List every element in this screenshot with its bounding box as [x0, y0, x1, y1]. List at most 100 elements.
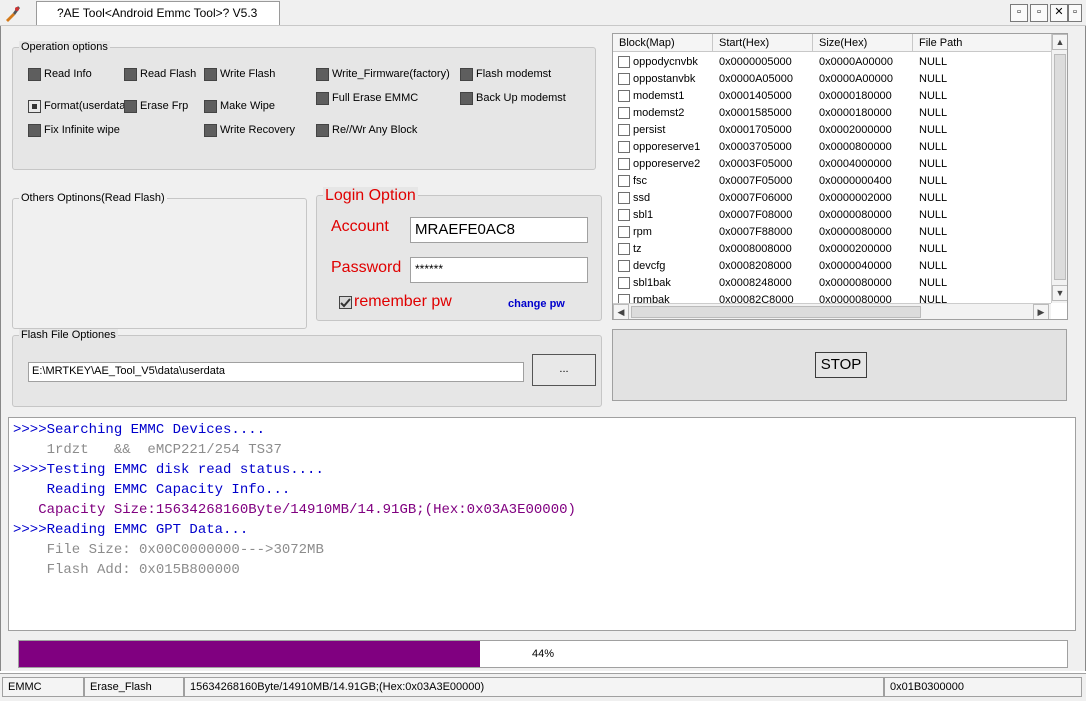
flash-file-path-input[interactable]: E:\MRTKEY\AE_Tool_V5\data\userdata — [28, 362, 524, 382]
row-checkbox[interactable] — [618, 56, 630, 68]
table-row[interactable]: sbl1bak 0x0008248000 0x0000080000 NULL — [613, 275, 1051, 292]
row-checkbox[interactable] — [618, 158, 630, 170]
log-line: Reading EMMC Capacity Info... — [13, 482, 291, 498]
format-userdata-checkbox[interactable]: Format(userdata) — [28, 98, 129, 114]
table-cell: 0x0000000400 — [819, 175, 892, 187]
row-checkbox[interactable] — [618, 226, 630, 238]
scroll-left-icon[interactable]: ◀ — [613, 304, 629, 319]
table-row[interactable]: oppostanvbk 0x0000A05000 0x0000A00000 NULL — [613, 71, 1051, 88]
read-info-checkbox[interactable]: Read Info — [28, 66, 92, 82]
browse-button[interactable]: ... — [532, 354, 596, 386]
log-line: >>>>Reading EMMC GPT Data... — [13, 522, 249, 538]
title-bar: ?AE Tool<Android Emmc Tool>? V5.3 ▫ ▫ ✕ … — [0, 0, 1086, 26]
row-checkbox[interactable] — [618, 175, 630, 187]
table-cell: 0x0001705000 — [719, 124, 792, 136]
horizontal-scrollbar[interactable]: ◀ ▶ — [613, 303, 1051, 319]
scroll-up-icon[interactable]: ▲ — [1052, 34, 1067, 50]
table-cell: 0x0000080000 — [819, 209, 892, 221]
column-header-file-path[interactable]: File Path — [913, 34, 1053, 52]
column-header-block[interactable]: Block(Map) — [613, 34, 713, 52]
password-input[interactable]: ****** — [410, 257, 588, 283]
table-cell: 0x0007F08000 — [719, 209, 793, 221]
checkbox-checked-icon — [28, 99, 41, 113]
remember-pw-checkbox[interactable]: remember pw — [339, 293, 452, 311]
scroll-right-icon[interactable]: ▶ — [1033, 304, 1049, 319]
table-row[interactable]: rpm 0x0007F88000 0x0000080000 NULL — [613, 224, 1051, 241]
table-row[interactable]: modemst1 0x0001405000 0x0000180000 NULL — [613, 88, 1051, 105]
login-options-legend: Login Option — [323, 187, 418, 205]
horizontal-scroll-thumb[interactable] — [631, 306, 921, 318]
table-cell: 0x0003705000 — [719, 141, 792, 153]
read-flash-checkbox[interactable]: Read Flash — [124, 66, 196, 82]
log-line: Capacity Size:15634268160Byte/14910MB/14… — [13, 502, 576, 518]
status-bar: EMMC Erase_Flash 15634268160Byte/14910MB… — [0, 673, 1086, 701]
vertical-scrollbar[interactable]: ▲ ▼ — [1051, 34, 1067, 303]
maximize-icon[interactable]: ▫ — [1068, 4, 1082, 22]
table-cell: 0x0000002000 — [819, 192, 892, 204]
table-cell: 0x0007F05000 — [719, 175, 793, 187]
stop-panel[interactable]: STOP — [612, 329, 1067, 401]
table-cell: modemst1 — [633, 90, 685, 102]
row-checkbox[interactable] — [618, 124, 630, 136]
row-checkbox[interactable] — [618, 277, 630, 289]
row-checkbox[interactable] — [618, 192, 630, 204]
status-mode: EMMC — [2, 677, 84, 697]
table-cell: 0x0007F88000 — [719, 226, 793, 238]
table-row[interactable]: opporeserve1 0x0003705000 0x0000800000 NULL — [613, 139, 1051, 156]
restore-icon[interactable]: ▫ — [1030, 4, 1048, 22]
table-row[interactable]: devcfg 0x0008208000 0x0000040000 NULL — [613, 258, 1051, 275]
rewr-any-block-checkbox[interactable]: Re//Wr Any Block — [316, 122, 417, 138]
progress-bar: 44% — [18, 640, 1068, 668]
change-pw-link[interactable]: change pw — [508, 298, 565, 310]
table-cell: NULL — [919, 226, 948, 238]
account-input[interactable]: MRAEFE0AC8 — [410, 217, 588, 243]
table-row[interactable]: ssd 0x0007F06000 0x0000002000 NULL — [613, 190, 1051, 207]
table-cell: sbl1 — [633, 209, 654, 221]
stop-button[interactable]: STOP — [815, 352, 867, 378]
table-row[interactable]: persist 0x0001705000 0x0002000000 NULL — [613, 122, 1051, 139]
table-cell: 0x0000080000 — [819, 277, 892, 289]
row-checkbox[interactable] — [618, 90, 630, 102]
write-recovery-checkbox[interactable]: Write Recovery — [204, 122, 295, 138]
column-header-size[interactable]: Size(Hex) — [813, 34, 913, 52]
minimize-icon[interactable]: ▫ — [1010, 4, 1028, 22]
table-row[interactable]: opporeserve2 0x0003F05000 0x0004000000 NULL — [613, 156, 1051, 173]
log-line: Flash Add: 0x015B800000 — [13, 562, 240, 578]
make-wipe-checkbox[interactable]: Make Wipe — [204, 98, 275, 114]
table-cell: opporeserve1 — [633, 141, 701, 153]
fix-infinite-wipe-checkbox[interactable]: Fix Infinite wipe — [28, 122, 120, 138]
backup-modemst-checkbox[interactable]: Back Up modemst — [460, 90, 566, 106]
row-checkbox[interactable] — [618, 141, 630, 153]
row-checkbox[interactable] — [618, 73, 630, 85]
erase-frp-checkbox[interactable]: Erase Frp — [124, 98, 188, 114]
scroll-down-icon[interactable]: ▼ — [1052, 285, 1067, 301]
table-cell: NULL — [919, 158, 948, 170]
table-cell: NULL — [919, 107, 948, 119]
table-row[interactable]: tz 0x0008008000 0x0000200000 NULL — [613, 241, 1051, 258]
row-checkbox[interactable] — [618, 107, 630, 119]
table-cell: NULL — [919, 192, 948, 204]
write-flash-checkbox[interactable]: Write Flash — [204, 66, 275, 82]
table-row[interactable]: sbl1 0x0007F08000 0x0000080000 NULL — [613, 207, 1051, 224]
checkmark-icon — [339, 295, 352, 309]
table-row[interactable]: modemst2 0x0001585000 0x0000180000 NULL — [613, 105, 1051, 122]
checkbox-icon — [124, 99, 137, 113]
table-row[interactable]: fsc 0x0007F05000 0x0000000400 NULL — [613, 173, 1051, 190]
column-header-start[interactable]: Start(Hex) — [713, 34, 813, 52]
row-checkbox[interactable] — [618, 243, 630, 255]
table-cell: rpm — [633, 226, 652, 238]
row-checkbox[interactable] — [618, 209, 630, 221]
write-firmware-checkbox[interactable]: Write_Firmware(factory) — [316, 66, 450, 82]
flash-modemst-checkbox[interactable]: Flash modemst — [460, 66, 551, 82]
table-cell: ssd — [633, 192, 651, 204]
row-checkbox[interactable] — [618, 260, 630, 272]
table-cell: NULL — [919, 124, 948, 136]
table-cell: opporeserve2 — [633, 158, 701, 170]
table-cell: oppostanvbk — [633, 73, 696, 85]
table-row[interactable]: oppodycnvbk 0x0000005000 0x0000A00000 NULL — [613, 54, 1051, 71]
table-cell: 0x0000040000 — [819, 260, 892, 272]
vertical-scroll-thumb[interactable] — [1054, 54, 1066, 280]
close-icon[interactable]: ✕ — [1050, 4, 1068, 22]
window-title: ?AE Tool<Android Emmc Tool>? V5.3 — [57, 6, 258, 20]
full-erase-emmc-checkbox[interactable]: Full Erase EMMC — [316, 90, 418, 106]
